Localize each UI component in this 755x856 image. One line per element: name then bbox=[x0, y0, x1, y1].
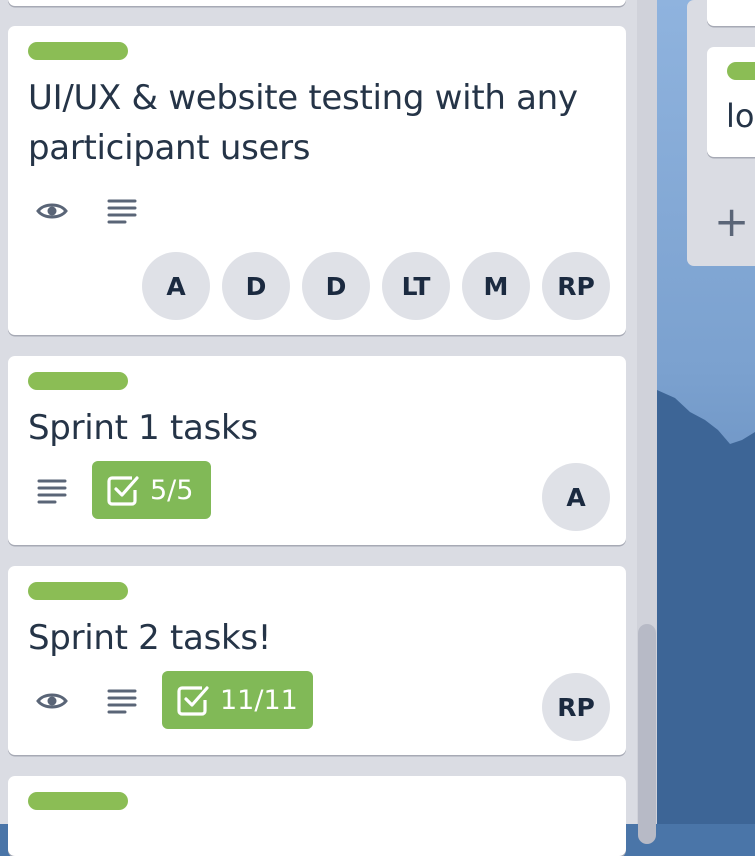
member-avatar[interactable]: D bbox=[302, 252, 370, 320]
card-label-green[interactable] bbox=[28, 42, 128, 60]
description-icon bbox=[104, 193, 140, 229]
eye-icon bbox=[34, 683, 70, 719]
card-uiux-testing[interactable]: UI/UX & website testing with any partici… bbox=[8, 26, 626, 335]
member-avatar[interactable]: LT bbox=[382, 252, 450, 320]
card-label-green[interactable] bbox=[28, 582, 128, 600]
card-label-green[interactable] bbox=[28, 792, 128, 810]
eye-icon bbox=[34, 193, 70, 229]
card-title: Sprint 2 tasks! bbox=[28, 618, 272, 658]
card-previous[interactable] bbox=[8, 0, 626, 6]
card-label-green[interactable] bbox=[727, 62, 755, 80]
description-icon bbox=[34, 473, 70, 509]
checklist-icon bbox=[176, 683, 210, 717]
checklist-badge: 11/11 bbox=[162, 671, 313, 729]
member-avatar[interactable]: D bbox=[222, 252, 290, 320]
member-avatar[interactable]: RP bbox=[542, 673, 610, 741]
card-title: Sprint 1 tasks bbox=[28, 408, 258, 448]
checklist-badge: 5/5 bbox=[92, 461, 211, 519]
card-label-green[interactable] bbox=[28, 372, 128, 390]
card-sprint-1-tasks[interactable]: Sprint 1 tasks 5/5 A bbox=[8, 356, 626, 545]
card-sprint-2-tasks[interactable]: Sprint 2 tasks! 11/11 RP bbox=[8, 566, 626, 755]
card-title: UI/UX & website testing with any partici… bbox=[28, 78, 578, 168]
list-scrollbar-thumb[interactable] bbox=[638, 624, 656, 844]
member-avatar[interactable]: A bbox=[142, 252, 210, 320]
description-icon bbox=[104, 683, 140, 719]
card-title: lo bbox=[726, 97, 755, 135]
plus-icon[interactable]: + bbox=[714, 201, 754, 243]
checklist-icon bbox=[106, 473, 140, 507]
member-avatar[interactable]: M bbox=[462, 252, 530, 320]
card-partial-bottom[interactable] bbox=[8, 776, 626, 856]
checklist-count: 5/5 bbox=[150, 474, 194, 506]
checklist-count: 11/11 bbox=[220, 684, 298, 716]
member-avatar[interactable]: A bbox=[542, 463, 610, 531]
member-avatar[interactable]: RP bbox=[542, 252, 610, 320]
adjacent-card-top[interactable] bbox=[707, 0, 755, 26]
adjacent-card[interactable]: lo bbox=[707, 47, 755, 157]
